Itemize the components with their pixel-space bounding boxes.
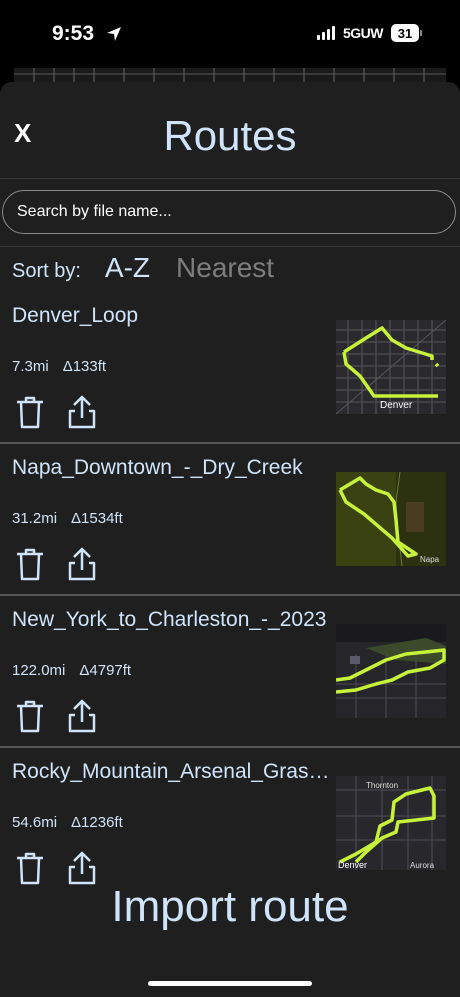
map-label: Thornton (366, 781, 398, 790)
trash-icon[interactable] (14, 394, 46, 430)
route-item[interactable]: New_York_to_Charleston_-_2023 122.0mi Δ47… (0, 608, 460, 758)
map-label: Denver (380, 400, 413, 411)
trash-icon[interactable] (14, 850, 46, 886)
divider (0, 594, 460, 596)
route-distance: 31.2mi (12, 510, 58, 527)
route-distance: 7.3mi (12, 358, 49, 375)
location-arrow-icon (106, 27, 121, 41)
map-label: Napa (420, 555, 440, 564)
share-icon[interactable] (66, 698, 98, 734)
route-map-thumbnail (336, 624, 446, 718)
share-icon[interactable] (66, 546, 98, 582)
map-label: Aurora (410, 861, 435, 870)
route-elevation: Δ1236ft (71, 814, 123, 831)
network-type: 5GUW (343, 25, 384, 41)
status-bar: 9:53 5GUW 31 (0, 0, 460, 68)
battery-level: 31 (391, 24, 419, 42)
route-name: New_York_to_Charleston_-_2023 (12, 608, 327, 631)
route-name: Rocky_Mountain_Arsenal_Grasslands (12, 760, 334, 783)
cellular-signal-icon (317, 26, 335, 40)
divider (0, 746, 460, 748)
route-item[interactable]: Napa_Downtown_-_Dry_Creek 31.2mi Δ1534ft … (0, 456, 460, 606)
route-distance: 54.6mi (12, 814, 58, 831)
route-elevation: Δ4797ft (79, 662, 132, 679)
search-input[interactable] (2, 190, 456, 234)
trash-icon[interactable] (14, 546, 46, 582)
page-title: Routes (163, 112, 297, 159)
divider (0, 246, 460, 247)
divider (0, 178, 460, 179)
route-name: Napa_Downtown_-_Dry_Creek (12, 456, 303, 479)
route-name: Denver_Loop (12, 304, 139, 327)
route-distance: 122.0mi (12, 662, 66, 679)
map-label: Denver (338, 860, 367, 870)
share-icon[interactable] (66, 850, 98, 886)
sort-option-nearest[interactable]: Nearest (176, 252, 274, 284)
sort-option-a-z[interactable]: A-Z (105, 252, 150, 284)
route-elevation: Δ1534ft (71, 510, 123, 527)
home-indicator[interactable] (148, 981, 312, 986)
route-map-thumbnail: Thornton Denver Aurora (336, 776, 446, 870)
import-route-button[interactable]: Import route (0, 882, 460, 932)
share-icon[interactable] (66, 394, 98, 430)
status-time: 9:53 (52, 22, 95, 45)
route-map-thumbnail: Napa (336, 472, 446, 566)
trash-icon[interactable] (14, 698, 46, 734)
route-item[interactable]: Denver_Loop 7.3mi Δ133ft Denver (0, 304, 460, 454)
routes-sheet: X Routes Sort by: A-Z Nearest Denver_Loo… (0, 82, 460, 997)
sort-control: Sort by: A-Z Nearest (12, 252, 300, 284)
battery-icon: 31 (391, 24, 422, 42)
route-map-thumbnail: Denver (336, 320, 446, 414)
sort-label: Sort by: (12, 260, 81, 282)
divider (0, 442, 460, 444)
route-elevation: Δ133ft (62, 358, 107, 375)
